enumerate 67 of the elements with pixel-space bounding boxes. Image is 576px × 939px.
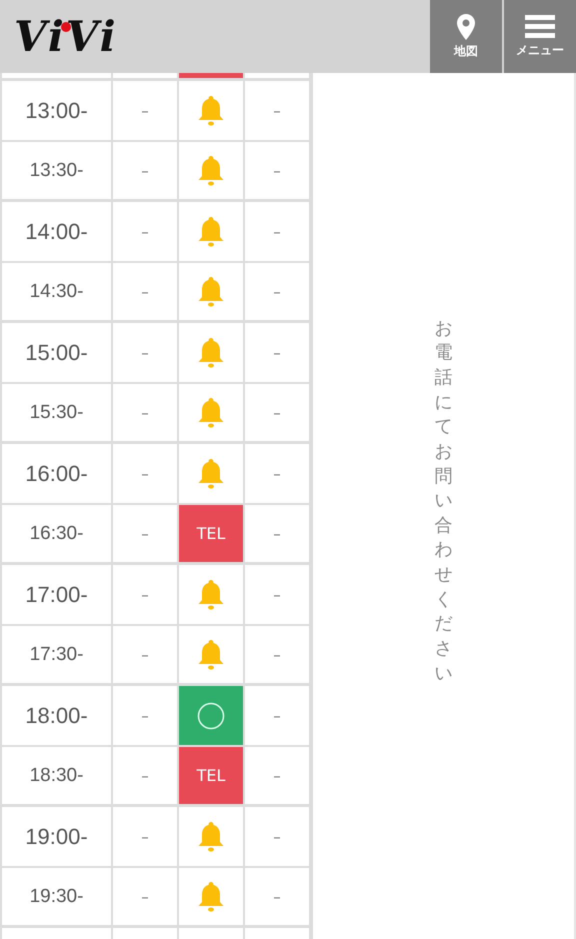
- phone-inquiry-note: お電話にてお問い合わせください: [434, 316, 452, 686]
- dash-cell: –: [245, 323, 309, 382]
- map-pin-icon: [457, 14, 475, 40]
- bell-icon: [196, 336, 226, 370]
- time-cell: 19:00-: [2, 807, 111, 866]
- dash-cell: –: [113, 505, 177, 562]
- dash-cell: –: [113, 747, 177, 804]
- time-cell: 15:00-: [2, 323, 111, 382]
- time-cell: 17:30-: [2, 626, 111, 683]
- dash-cell: –: [245, 868, 309, 925]
- menu-button[interactable]: メニュー: [504, 0, 576, 73]
- dash-cell: –: [245, 565, 309, 624]
- time-cell: 14:00-: [2, 202, 111, 261]
- dash-cell: –: [245, 142, 309, 199]
- table-cell: [113, 928, 177, 939]
- tel-cell[interactable]: [179, 73, 243, 78]
- available-cell[interactable]: [179, 686, 243, 745]
- dash-cell: –: [245, 505, 309, 562]
- dash-cell: –: [113, 444, 177, 503]
- bell-icon: [196, 274, 226, 308]
- bell-icon: [196, 396, 226, 430]
- dash-cell: –: [245, 626, 309, 683]
- dash-cell: –: [245, 263, 309, 320]
- dash-cell: –: [245, 686, 309, 745]
- bell-icon: [196, 880, 226, 914]
- dash-cell: –: [245, 202, 309, 261]
- dash-cell: –: [113, 384, 177, 441]
- bell-icon: [196, 214, 226, 248]
- menu-icon: [525, 14, 555, 38]
- circle-icon: [197, 702, 225, 730]
- dash-cell: –: [113, 202, 177, 261]
- tel-cell[interactable]: TEL: [179, 747, 243, 804]
- bell-icon: [196, 638, 226, 672]
- dash-cell: –: [245, 384, 309, 441]
- dash-cell: –: [113, 626, 177, 683]
- dash-cell: –: [245, 747, 309, 804]
- dash-cell: –: [245, 81, 309, 140]
- tel-cell[interactable]: TEL: [179, 505, 243, 562]
- table-cell: [245, 928, 309, 939]
- time-cell: 19:30-: [2, 868, 111, 925]
- dash-cell: –: [113, 323, 177, 382]
- bell-icon: [196, 820, 226, 854]
- logo[interactable]: ViVi: [14, 12, 118, 61]
- time-cell: 18:00-: [2, 686, 111, 745]
- map-button[interactable]: 地図: [430, 0, 502, 73]
- dash-cell: –: [113, 565, 177, 624]
- time-cell: 13:30-: [2, 142, 111, 199]
- dash-cell: –: [113, 868, 177, 925]
- time-cell: 16:30-: [2, 505, 111, 562]
- dash-cell: –: [113, 263, 177, 320]
- bell-icon: [196, 94, 226, 128]
- time-cell: 18:30-: [2, 747, 111, 804]
- bell-icon: [196, 456, 226, 490]
- time-cell: 15:30-: [2, 384, 111, 441]
- table-cell: [179, 928, 243, 939]
- dash-cell: –: [113, 807, 177, 866]
- bell-icon: [196, 578, 226, 612]
- time-cell: 16:00-: [2, 444, 111, 503]
- bell-icon: [196, 154, 226, 188]
- dash-cell: –: [245, 807, 309, 866]
- dash-cell: –: [113, 81, 177, 140]
- time-cell: 13:00-: [2, 81, 111, 140]
- time-cell: 14:30-: [2, 263, 111, 320]
- dash-cell: –: [245, 444, 309, 503]
- dash-cell: –: [113, 142, 177, 199]
- dash-cell: –: [113, 686, 177, 745]
- time-cell: 17:00-: [2, 565, 111, 624]
